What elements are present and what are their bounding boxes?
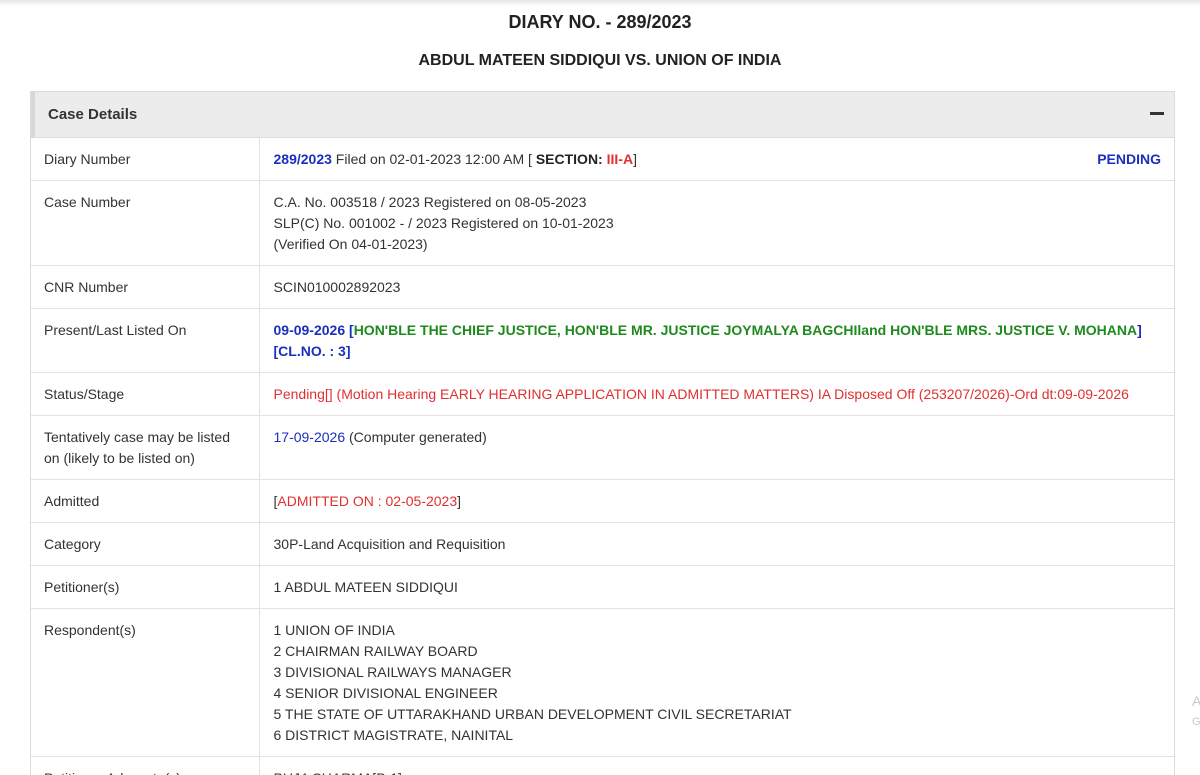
tentative-date: 17-09-2026 (273, 429, 346, 445)
bench-close: ] (1137, 322, 1142, 338)
tentative-note: (Computer generated) (345, 429, 487, 445)
panel-header[interactable]: Case Details (31, 92, 1174, 138)
respondent-item: 2 CHAIRMAN RAILWAY BOARD (273, 643, 478, 659)
diary-title: DIARY NO. - 289/2023 (508, 12, 692, 32)
petitioner-advocate-value: PUJA SHARMA[P-1] (259, 756, 1174, 775)
respondent-item: 1 UNION OF INDIA (273, 622, 395, 638)
listed-date: 09-09-2026 (273, 322, 346, 338)
panel-title: Case Details (48, 106, 138, 123)
row-label: Diary Number (31, 138, 260, 181)
row-label: Petitioner(s) (31, 565, 260, 609)
respondent-item: 6 DISTRICT MAGISTRATE, NAINITAL (273, 727, 514, 743)
edge-text: G (1192, 716, 1200, 728)
edge-text: A (1192, 693, 1200, 709)
minus-icon[interactable] (1150, 112, 1164, 115)
category-value: 30P-Land Acquisition and Requisition (259, 522, 1174, 566)
section-close: ] (633, 151, 637, 167)
row-label: Respondent(s) (31, 608, 260, 757)
row-value: 289/2023 Filed on 02-01-2023 12:00 AM [ … (259, 138, 1174, 181)
row-label: Petitioner Advocate(s) (31, 756, 260, 775)
respondent-item: 5 THE STATE OF UTTARAKHAND URBAN DEVELOP… (273, 706, 792, 722)
table-row-cnr: CNR Number SCIN010002892023 (31, 265, 1174, 309)
diary-number-value: 289/2023 (273, 151, 332, 167)
verified-line: (Verified On 04-01-2023) (273, 236, 428, 252)
table-row-petitioner: Petitioner(s) 1 ABDUL MATEEN SIDDIQUI (31, 565, 1174, 609)
bench-names: HON'BLE THE CHIEF JUSTICE, HON'BLE MR. J… (353, 322, 1138, 338)
court-number: CL.NO. : 3 (278, 343, 346, 359)
row-label: Category (31, 522, 260, 566)
admitted-close: ] (457, 493, 462, 509)
bench-open: [ (345, 322, 354, 338)
table-row-respondent: Respondent(s) 1 UNION OF INDIA 2 CHAIRMA… (31, 608, 1174, 757)
case-number-line: C.A. No. 003518 / 2023 Registered on 08-… (273, 194, 587, 210)
cnr-value: SCIN010002892023 (259, 265, 1174, 309)
status-value: Pending[] (Motion Hearing EARLY HEARING … (259, 372, 1174, 416)
top-shadow (0, 0, 1200, 6)
table-row-category: Category 30P-Land Acquisition and Requis… (31, 522, 1174, 566)
row-value: 09-09-2026 [HON'BLE THE CHIEF JUSTICE, H… (259, 308, 1174, 373)
table-row-diary-number: Diary Number 289/2023 Filed on 02-01-202… (31, 138, 1174, 181)
table-row-case-number: Case Number C.A. No. 003518 / 2023 Regis… (31, 180, 1174, 266)
case-title: ABDUL MATEEN SIDDIQUI VS. UNION OF INDIA (418, 52, 782, 69)
respondent-item: 4 SENIOR DIVISIONAL ENGINEER (273, 685, 498, 701)
panel-header-accent (31, 92, 35, 138)
case-number-line: SLP(C) No. 001002 - / 2023 Registered on… (273, 215, 614, 231)
table-row-status: Status/Stage Pending[] (Motion Hearing E… (31, 372, 1174, 416)
court-close: ] (345, 343, 351, 359)
respondent-item: 3 DIVISIONAL RAILWAYS MANAGER (273, 664, 512, 680)
row-label: CNR Number (31, 265, 260, 309)
row-label: Status/Stage (31, 372, 260, 416)
section-label: SECTION: (535, 151, 607, 167)
row-label: Admitted (31, 479, 260, 523)
row-label: Case Number (31, 180, 260, 266)
row-value: 1 UNION OF INDIA 2 CHAIRMAN RAILWAY BOAR… (259, 608, 1174, 757)
section-value: III-A (606, 151, 634, 167)
table-row-petitioner-advocate: Petitioner Advocate(s) PUJA SHARMA[P-1] (31, 756, 1174, 775)
row-value: 17-09-2026 (Computer generated) (259, 415, 1174, 480)
petitioner-value: 1 ABDUL MATEEN SIDDIQUI (259, 565, 1174, 609)
admitted-value: ADMITTED ON : 02-05-2023 (277, 493, 458, 509)
filed-text: Filed on 02-01-2023 12:00 AM [ (331, 151, 536, 167)
row-label: Present/Last Listed On (31, 308, 260, 373)
table-row-listed-on: Present/Last Listed On 09-09-2026 [HON'B… (31, 308, 1174, 373)
row-label: Tentatively case may be listed on (likel… (31, 415, 260, 480)
row-value: C.A. No. 003518 / 2023 Registered on 08-… (259, 180, 1174, 266)
table-row-admitted: Admitted [ADMITTED ON : 02-05-2023] (31, 479, 1174, 523)
row-value: [ADMITTED ON : 02-05-2023] (259, 479, 1174, 523)
case-details-panel: Case Details Diary Number 289/2023 Filed… (30, 91, 1175, 775)
table-row-tentative: Tentatively case may be listed on (likel… (31, 415, 1174, 480)
status-badge: PENDING (1097, 151, 1161, 167)
case-details-table: Diary Number 289/2023 Filed on 02-01-202… (31, 138, 1174, 775)
